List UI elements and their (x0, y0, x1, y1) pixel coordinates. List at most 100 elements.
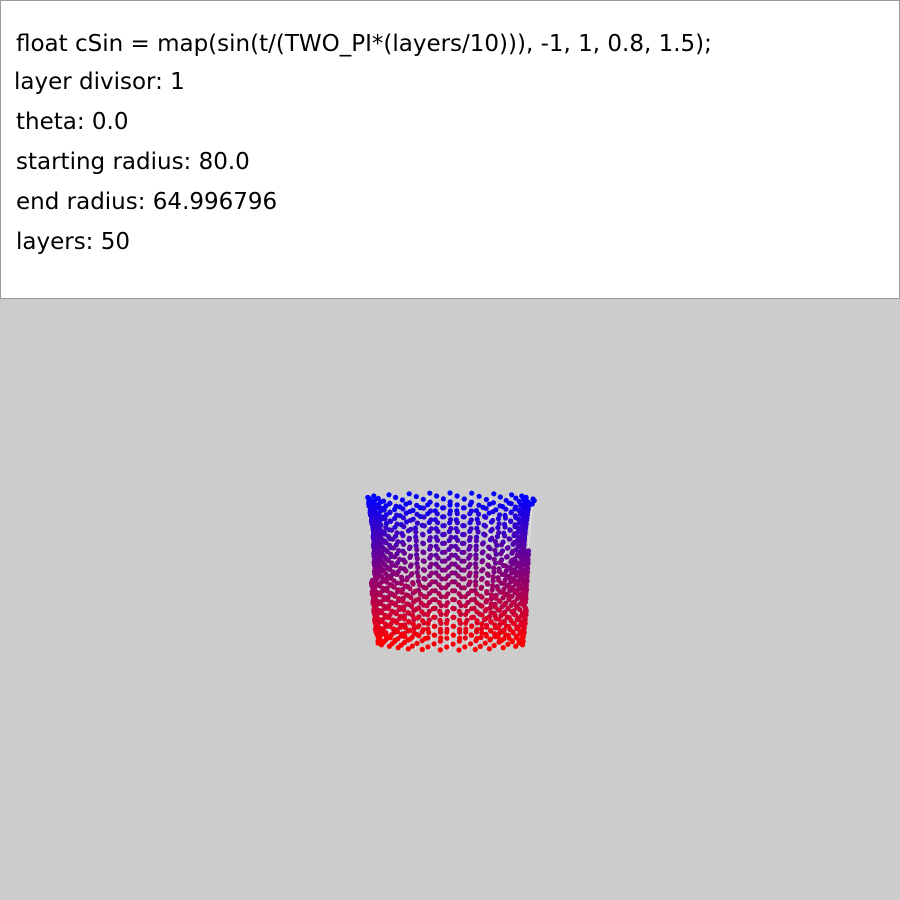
layer-point (456, 599, 462, 606)
layer-point (514, 561, 520, 567)
layer-divisor-text: layer divisor: 1 (14, 69, 185, 95)
layer-point (402, 634, 408, 640)
layer-point (448, 543, 454, 549)
layer-point (456, 647, 462, 653)
layer-point (489, 526, 495, 532)
layer-point (435, 555, 441, 561)
layer-point (501, 581, 507, 587)
layer-point (408, 526, 414, 532)
layer-point (441, 523, 447, 529)
layer-point (482, 532, 488, 538)
layer-point (408, 562, 414, 568)
layer-point (376, 504, 382, 510)
layer-point (461, 523, 467, 529)
layer-point (454, 528, 461, 535)
layer-point (509, 557, 515, 563)
sketch-canvas[interactable] (0, 299, 900, 900)
layer-point (422, 567, 428, 573)
layer-point (473, 582, 479, 588)
layer-point (450, 596, 456, 603)
layer-point (461, 576, 467, 582)
layer-point (415, 564, 421, 571)
layer-point (490, 500, 496, 506)
layer-point (484, 580, 490, 586)
layer-point (381, 498, 387, 504)
layer-point (407, 627, 413, 633)
layer-point (511, 540, 517, 546)
layer-point (467, 641, 474, 647)
layer-point (454, 511, 460, 517)
layer-point (508, 518, 514, 524)
layer-point (404, 601, 410, 607)
layer-point (429, 588, 435, 594)
layer-point (469, 490, 475, 496)
layer-point (469, 623, 475, 629)
layer-point (483, 496, 489, 503)
layer-point (506, 584, 512, 590)
layer-point (454, 493, 460, 499)
layer-point (416, 633, 422, 639)
layer-point (392, 554, 398, 560)
layer-point (414, 615, 420, 621)
layer-point (482, 523, 488, 529)
layer-point (394, 521, 400, 527)
layer-point (395, 539, 401, 545)
layer-point (502, 533, 508, 539)
layer-point (467, 552, 473, 558)
layer-point (401, 524, 407, 530)
layer-point (514, 552, 521, 558)
layer-point (467, 570, 473, 576)
layer-point (454, 520, 460, 526)
layer-point (430, 597, 436, 603)
layer-point (479, 594, 485, 600)
layer-point (497, 559, 503, 566)
layer-point (476, 511, 482, 517)
layer-point (398, 574, 405, 580)
info-panel: float cSin = map(sin(t/(TWO_PI*(layers/1… (0, 0, 900, 299)
layer-point (414, 547, 420, 553)
layer-point (381, 507, 387, 513)
layer-point (485, 562, 491, 568)
layer-point (473, 564, 479, 570)
layer-point (508, 509, 514, 516)
layer-point (461, 558, 467, 564)
layer-point (463, 620, 469, 626)
layer-point (386, 492, 392, 498)
layer-point (448, 552, 455, 558)
layer-point (504, 545, 510, 551)
layer-point (478, 585, 484, 591)
layer-point (510, 548, 516, 554)
layer-point (435, 564, 441, 570)
layer-point (483, 624, 490, 630)
layer-point (414, 511, 420, 517)
layer-point (479, 603, 485, 609)
layer-point (483, 514, 489, 520)
layer-point (480, 541, 486, 547)
layer-point (434, 537, 441, 543)
layer-point (409, 571, 415, 577)
layer-point (468, 588, 474, 594)
layer-point (429, 579, 435, 585)
layer-point (492, 604, 498, 610)
layer-point (400, 515, 406, 521)
layer-point (414, 556, 420, 562)
layer-point (404, 577, 410, 583)
layer-point (417, 582, 423, 588)
layer-point (427, 490, 433, 496)
layer-point (447, 490, 453, 496)
layer-point (393, 503, 399, 509)
layers-text: layers: 50 (16, 229, 131, 255)
layer-point (425, 620, 431, 627)
layer-point (450, 623, 456, 629)
layer-point (436, 573, 442, 579)
layer-point (438, 635, 444, 641)
layer-point (499, 637, 505, 643)
layer-point (488, 592, 494, 598)
layer-point (455, 546, 461, 552)
layer-point (455, 582, 461, 588)
layer-point (472, 646, 478, 653)
layer-point (425, 644, 431, 650)
layer-point (503, 563, 509, 569)
layer-point (403, 592, 409, 598)
layer-point (400, 598, 406, 604)
